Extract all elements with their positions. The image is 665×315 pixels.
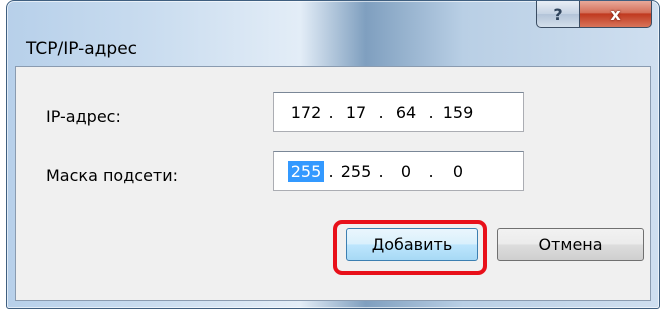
- close-icon: x: [610, 4, 621, 24]
- mask-dot-separator: .: [428, 162, 434, 181]
- cancel-button[interactable]: Отмена: [497, 228, 644, 261]
- tcpip-address-dialog: TCP/IP-адрес ? x IP-адрес: 172 . 17 . 64…: [6, 0, 660, 309]
- mask-octet-2[interactable]: 255: [338, 161, 374, 182]
- ip-octet-1[interactable]: 172: [288, 102, 324, 123]
- ip-octet-4[interactable]: 159: [438, 102, 478, 123]
- window-title: TCP/IP-адрес: [26, 39, 138, 59]
- dialog-client-area: IP-адрес: 172 . 17 . 64 . 159 Маска подс…: [15, 66, 651, 301]
- add-button[interactable]: Добавить: [346, 228, 478, 261]
- title-bar-buttons: ? x: [536, 1, 652, 31]
- help-button[interactable]: ?: [536, 1, 580, 28]
- ip-dot-separator: .: [428, 103, 434, 122]
- help-question-icon: ?: [553, 4, 563, 24]
- subnet-mask-field[interactable]: 255 . 255 . 0 . 0: [273, 151, 524, 191]
- mask-octet-3[interactable]: 0: [388, 161, 424, 182]
- mask-dot-separator: .: [328, 162, 334, 181]
- mask-octet-4[interactable]: 0: [438, 161, 478, 182]
- mask-dot-separator: .: [378, 162, 384, 181]
- ip-address-label: IP-адрес:: [46, 107, 121, 126]
- ip-octet-2[interactable]: 17: [338, 102, 374, 123]
- subnet-mask-label: Маска подсети:: [46, 166, 179, 185]
- ip-dot-separator: .: [378, 103, 384, 122]
- title-bar[interactable]: TCP/IP-адрес ? x: [7, 1, 659, 66]
- ip-octet-3[interactable]: 64: [388, 102, 424, 123]
- ip-address-field[interactable]: 172 . 17 . 64 . 159: [273, 92, 524, 132]
- mask-octet-1[interactable]: 255: [288, 161, 324, 182]
- ip-dot-separator: .: [328, 103, 334, 122]
- close-button[interactable]: x: [580, 1, 652, 28]
